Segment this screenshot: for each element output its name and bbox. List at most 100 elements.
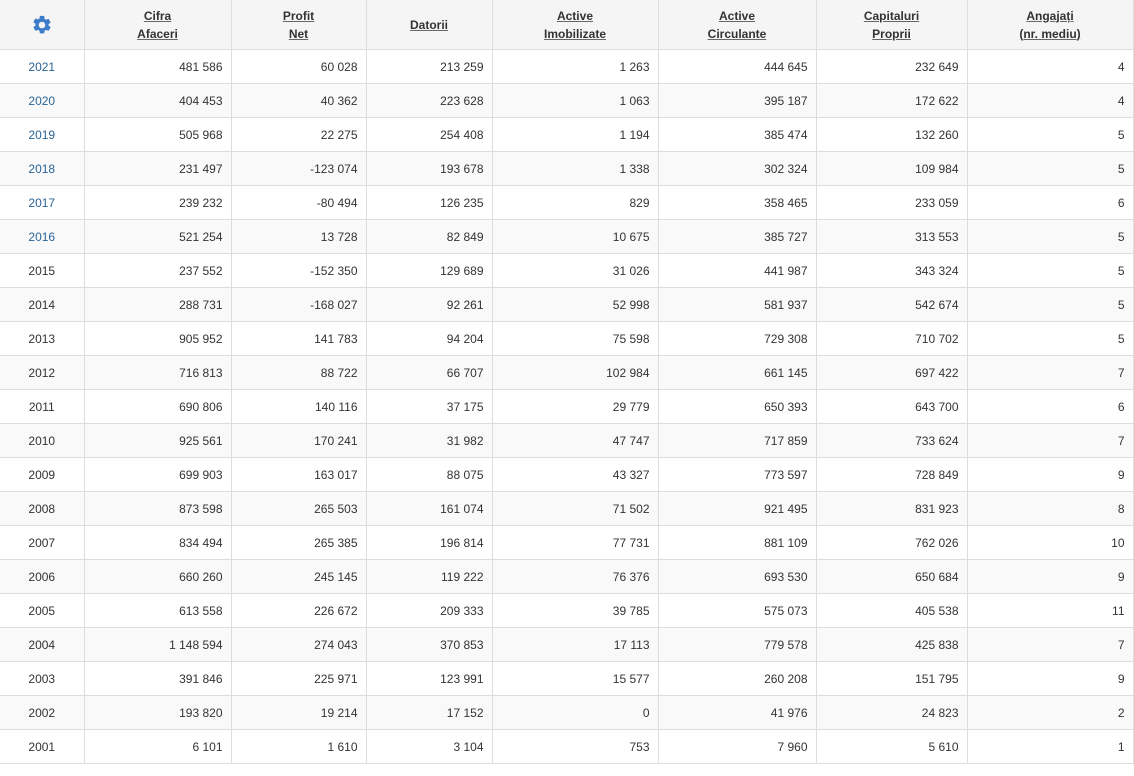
cell-imob: 1 194 bbox=[492, 117, 659, 152]
cell-profit: 88 722 bbox=[231, 355, 367, 390]
year-cell[interactable]: 2020 bbox=[0, 83, 85, 118]
year-cell[interactable]: 2017 bbox=[0, 185, 85, 220]
sort-link-circ[interactable]: Active Circulante bbox=[708, 7, 767, 43]
cell-cifra: 239 232 bbox=[84, 185, 232, 220]
column-header-profit[interactable]: Profit Net bbox=[231, 0, 367, 50]
header-label-line1: Active bbox=[556, 8, 593, 23]
cell-profit: 226 672 bbox=[231, 593, 367, 628]
year-cell: 2005 bbox=[0, 593, 85, 628]
cell-ang: 11 bbox=[967, 593, 1134, 628]
cell-profit: 170 241 bbox=[231, 423, 367, 458]
sort-link-ang[interactable]: Angajați (nr. mediu) bbox=[1019, 7, 1080, 43]
table-row: 2007 834 494 265 385 196 814 77 731 881 109 76… bbox=[0, 525, 1134, 560]
year-cell: 2009 bbox=[0, 457, 85, 492]
cell-cap: 405 538 bbox=[816, 593, 968, 628]
sort-link-cifra[interactable]: Cifra Afaceri bbox=[137, 7, 178, 43]
cell-profit: 245 145 bbox=[231, 559, 367, 594]
gear-icon[interactable] bbox=[31, 14, 53, 36]
year-link[interactable]: 2019 bbox=[28, 128, 55, 142]
header-label-line2: (nr. mediu) bbox=[1019, 26, 1081, 41]
cell-cap: 733 624 bbox=[816, 423, 968, 458]
cell-circ: 693 530 bbox=[658, 559, 817, 594]
year-cell[interactable]: 2021 bbox=[0, 49, 85, 84]
sort-link-datorii[interactable]: Datorii bbox=[410, 16, 448, 34]
cell-cap: 425 838 bbox=[816, 627, 968, 662]
year-label: 2011 bbox=[28, 399, 55, 414]
cell-ang: 5 bbox=[967, 287, 1134, 322]
year-cell[interactable]: 2018 bbox=[0, 151, 85, 186]
cell-profit: 225 971 bbox=[231, 661, 367, 696]
cell-imob: 71 502 bbox=[492, 491, 659, 526]
cell-circ: 773 597 bbox=[658, 457, 817, 492]
column-header-cifra[interactable]: Cifra Afaceri bbox=[84, 0, 232, 50]
cell-circ: 385 474 bbox=[658, 117, 817, 152]
cell-cifra: 925 561 bbox=[84, 423, 232, 458]
cell-circ: 41 976 bbox=[658, 695, 817, 730]
cell-cifra: 834 494 bbox=[84, 525, 232, 560]
year-cell[interactable]: 2019 bbox=[0, 117, 85, 152]
cell-profit: 163 017 bbox=[231, 457, 367, 492]
table-body: 2021 481 586 60 028 213 259 1 263 444 645 232 … bbox=[0, 49, 1134, 764]
header-label-line1: Profit bbox=[282, 8, 315, 23]
cell-profit: 22 275 bbox=[231, 117, 367, 152]
cell-profit: 19 214 bbox=[231, 695, 367, 730]
column-header-cap[interactable]: Capitaluri Proprii bbox=[816, 0, 968, 50]
table-row: 2002 193 820 19 214 17 152 0 41 976 24 823 2 bbox=[0, 695, 1134, 730]
sort-link-imob[interactable]: Active Imobilizate bbox=[544, 7, 606, 43]
cell-imob: 1 263 bbox=[492, 49, 659, 84]
cell-datorii: 3 104 bbox=[366, 729, 493, 764]
cell-datorii: 123 991 bbox=[366, 661, 493, 696]
year-link[interactable]: 2020 bbox=[28, 94, 55, 108]
column-header-imob[interactable]: Active Imobilizate bbox=[492, 0, 659, 50]
year-link[interactable]: 2018 bbox=[28, 162, 55, 176]
cell-datorii: 92 261 bbox=[366, 287, 493, 322]
year-link[interactable]: 2021 bbox=[28, 60, 55, 74]
cell-imob: 1 338 bbox=[492, 151, 659, 186]
year-label: 2015 bbox=[28, 263, 56, 278]
cell-datorii: 17 152 bbox=[366, 695, 493, 730]
cell-profit: -168 027 bbox=[231, 287, 367, 322]
year-link[interactable]: 2016 bbox=[28, 230, 55, 244]
year-cell[interactable]: 2016 bbox=[0, 219, 85, 254]
sort-link-cap[interactable]: Capitaluri Proprii bbox=[864, 7, 919, 43]
cell-cifra: 237 552 bbox=[84, 253, 232, 288]
year-label: 2013 bbox=[28, 331, 56, 346]
cell-cap: 728 849 bbox=[816, 457, 968, 492]
table-row: 2008 873 598 265 503 161 074 71 502 921 495 83… bbox=[0, 491, 1134, 526]
cell-datorii: 126 235 bbox=[366, 185, 493, 220]
year-label: 2002 bbox=[28, 705, 56, 720]
column-header-ang[interactable]: Angajați (nr. mediu) bbox=[967, 0, 1134, 50]
column-header-datorii[interactable]: Datorii bbox=[366, 0, 493, 50]
cell-cap: 643 700 bbox=[816, 389, 968, 424]
year-label: 2001 bbox=[28, 739, 56, 754]
cell-datorii: 37 175 bbox=[366, 389, 493, 424]
header-label-line2: Imobilizate bbox=[543, 26, 606, 41]
cell-cap: 313 553 bbox=[816, 219, 968, 254]
table-row: 2009 699 903 163 017 88 075 43 327 773 597 728… bbox=[0, 457, 1134, 492]
year-label: 2008 bbox=[28, 501, 56, 516]
cell-cifra: 613 558 bbox=[84, 593, 232, 628]
cell-cap: 5 610 bbox=[816, 729, 968, 764]
cell-datorii: 254 408 bbox=[366, 117, 493, 152]
cell-datorii: 223 628 bbox=[366, 83, 493, 118]
table-row: 2005 613 558 226 672 209 333 39 785 575 073 40… bbox=[0, 593, 1134, 628]
cell-ang: 9 bbox=[967, 559, 1134, 594]
table-row: 2003 391 846 225 971 123 991 15 577 260 208 15… bbox=[0, 661, 1134, 696]
cell-datorii: 209 333 bbox=[366, 593, 493, 628]
sort-link-profit[interactable]: Profit Net bbox=[283, 7, 314, 43]
cell-imob: 39 785 bbox=[492, 593, 659, 628]
header-label-line2: Circulante bbox=[707, 26, 767, 41]
settings-header-cell bbox=[0, 0, 85, 50]
cell-profit: -123 074 bbox=[231, 151, 367, 186]
cell-datorii: 193 678 bbox=[366, 151, 493, 186]
year-cell: 2007 bbox=[0, 525, 85, 560]
cell-profit: 140 116 bbox=[231, 389, 367, 424]
column-header-circ[interactable]: Active Circulante bbox=[658, 0, 817, 50]
table-row: 2013 905 952 141 783 94 204 75 598 729 308 710… bbox=[0, 321, 1134, 356]
cell-circ: 260 208 bbox=[658, 661, 817, 696]
table-row: 2017 239 232 -80 494 126 235 829 358 465 233 0… bbox=[0, 185, 1134, 220]
cell-profit: 265 503 bbox=[231, 491, 367, 526]
cell-circ: 385 727 bbox=[658, 219, 817, 254]
cell-datorii: 88 075 bbox=[366, 457, 493, 492]
year-link[interactable]: 2017 bbox=[28, 196, 55, 210]
